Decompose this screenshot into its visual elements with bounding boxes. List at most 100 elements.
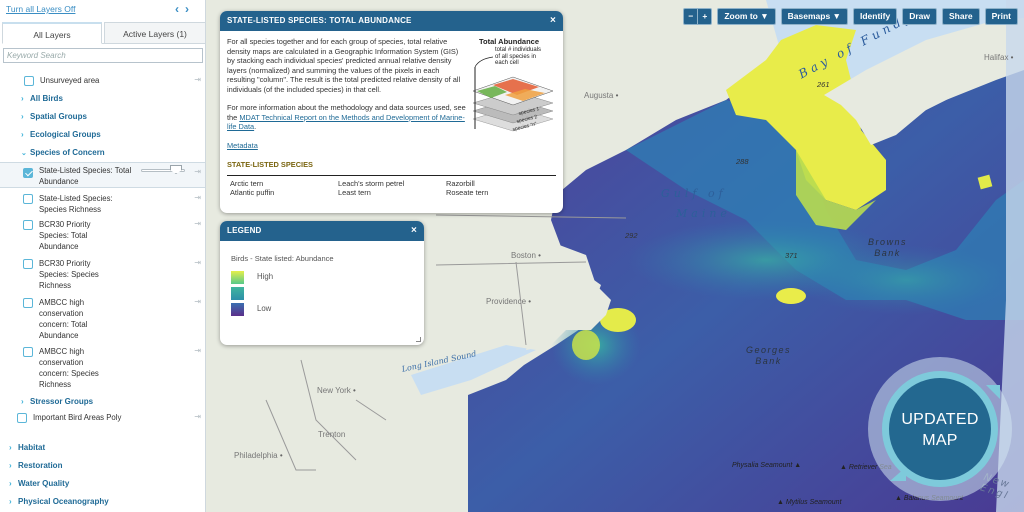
updated-map-button[interactable]: UPDATED MAP	[889, 378, 991, 480]
label-browns-bank: Browns Bank	[868, 237, 908, 258]
species-heading: STATE-LISTED SPECIES	[227, 160, 556, 176]
layer-item: State-Listed Species: Species Richness ⇥	[0, 188, 205, 218]
species-item: Arctic tern	[230, 178, 264, 188]
resize-handle[interactable]	[416, 337, 421, 342]
layer-item: AMBCC high conservation concern: Total A…	[0, 296, 205, 345]
layer-checkbox[interactable]	[17, 413, 27, 423]
export-icon[interactable]: ⇥	[194, 297, 201, 306]
group-restoration[interactable]: › Restoration	[0, 457, 205, 475]
layer-item: Unsurveyed area ⇥	[0, 72, 205, 90]
metadata-link[interactable]: Metadata	[227, 141, 258, 150]
legend-layer-name: Birds - State listed: Abundance	[231, 254, 334, 263]
legend-header[interactable]: LEGEND ×	[220, 221, 424, 241]
info-methodology: For more information about the methodolo…	[227, 103, 466, 132]
group-all-birds[interactable]: › All Birds	[0, 90, 205, 108]
zoom-in-button[interactable]: +	[698, 8, 713, 25]
opacity-slider-handle[interactable]	[170, 165, 182, 174]
group-label: Spatial Groups	[30, 112, 87, 121]
layer-label: AMBCC high conservation concern: Species…	[39, 347, 99, 389]
group-water-quality[interactable]: › Water Quality	[0, 475, 205, 493]
basemaps-dropdown[interactable]: Basemaps ▼	[780, 8, 848, 25]
layer-label: State-Listed Species: Total Abundance	[39, 166, 132, 186]
export-icon[interactable]: ⇥	[194, 412, 201, 421]
group-label: Restoration	[18, 461, 63, 470]
technical-report-link[interactable]: MDAT Technical Report on the Methods and…	[227, 113, 465, 132]
layer-checkbox[interactable]	[23, 347, 33, 357]
species-item: Atlantic puffin	[230, 187, 275, 197]
layer-tree: Unsurveyed area ⇥ › All Birds › Spatial Gr…	[0, 72, 205, 511]
place-providence: Providence	[486, 297, 531, 306]
layer-item-selected: State-Listed Species: Total Abundance ⇥	[0, 162, 205, 188]
close-icon[interactable]: ×	[411, 221, 417, 241]
tab-active-layers[interactable]: Active Layers (1)	[104, 22, 205, 44]
group-habitat[interactable]: › Habitat	[0, 439, 205, 457]
group-label: Water Quality	[18, 479, 70, 488]
place-augusta: Augusta	[584, 91, 618, 100]
layer-info-panel: STATE-LISTED SPECIES: TOTAL ABUNDANCE × …	[220, 11, 563, 213]
layer-sidebar: Turn all Layers Off ‹› All Layers Active…	[0, 0, 206, 512]
layer-checkbox[interactable]	[23, 220, 33, 230]
zoom-to-dropdown[interactable]: Zoom to ▼	[717, 8, 776, 25]
depth-292: 292	[625, 231, 638, 240]
chevron-right-icon[interactable]: ›	[185, 2, 195, 16]
group-physical-oceanography[interactable]: › Physical Oceanography	[0, 493, 205, 511]
group-spatial-groups[interactable]: › Spatial Groups	[0, 108, 205, 126]
export-icon[interactable]: ⇥	[194, 75, 201, 84]
info-panel-header[interactable]: STATE-LISTED SPECIES: TOTAL ABUNDANCE ×	[220, 11, 563, 31]
export-icon[interactable]: ⇥	[194, 167, 201, 176]
identify-button[interactable]: Identify	[852, 8, 898, 25]
group-label: Habitat	[18, 443, 46, 452]
layer-checkbox-checked[interactable]	[23, 168, 33, 178]
layer-checkbox[interactable]	[23, 298, 33, 308]
seamount-mytilus: ▲ Mytilus Seamount	[777, 499, 842, 506]
place-boston: Boston	[511, 251, 541, 260]
legend-swatch	[231, 303, 244, 316]
group-label: Physical Oceanography	[18, 497, 109, 506]
label-gulf-of: Gulf of	[661, 187, 727, 200]
chevron-right-icon: ›	[9, 461, 12, 470]
layer-item: BCR30 Priority Species: Species Richness…	[0, 257, 205, 296]
draw-button[interactable]: Draw	[902, 8, 937, 25]
group-species-of-concern[interactable]: ⌄ Species of Concern	[0, 144, 205, 162]
label-maine: Maine	[676, 207, 731, 220]
export-icon[interactable]: ⇥	[194, 219, 201, 228]
legend-swatch	[231, 271, 244, 284]
layer-label: Important Bird Areas Poly	[33, 413, 122, 422]
chevron-right-icon: ›	[9, 497, 12, 506]
depth-371: 371	[785, 251, 798, 260]
share-button[interactable]: Share	[942, 8, 980, 25]
chevron-left-icon[interactable]: ‹	[175, 2, 185, 16]
species-item: Roseate tern	[446, 187, 489, 197]
layer-checkbox[interactable]	[24, 76, 34, 86]
layer-label: BCR30 Priority Species: Species Richness	[39, 259, 99, 290]
group-ecological-groups[interactable]: › Ecological Groups	[0, 126, 205, 144]
updated-map-badge: UPDATED MAP	[868, 357, 1012, 501]
turn-all-layers-off-link[interactable]: Turn all Layers Off	[6, 4, 75, 14]
zoom-out-button[interactable]: −	[683, 8, 699, 25]
info-description: For all species together and for each gr…	[227, 37, 461, 94]
keyword-search-input[interactable]	[3, 48, 203, 63]
group-label: All Birds	[30, 94, 63, 103]
layer-tabs: All Layers Active Layers (1)	[2, 22, 205, 44]
legend-panel: LEGEND × Birds - State listed: Abundance…	[220, 221, 424, 345]
chevron-right-icon: ›	[21, 397, 24, 406]
close-icon[interactable]: ×	[550, 11, 556, 31]
place-philadelphia: Philadelphia	[234, 451, 283, 460]
export-icon[interactable]: ⇥	[194, 346, 201, 355]
legend-swatch	[231, 287, 244, 300]
print-button[interactable]: Print	[984, 8, 1018, 25]
map-toolbar: − + Zoom to ▼ Basemaps ▼ Identify Draw S…	[683, 8, 1018, 25]
export-icon[interactable]: ⇥	[194, 193, 201, 202]
layer-checkbox[interactable]	[23, 194, 33, 204]
sidebar-nav: ‹›	[175, 2, 195, 16]
layer-label: State-Listed Species: Species Richness	[39, 194, 113, 214]
group-stressor-groups[interactable]: › Stressor Groups	[0, 393, 205, 411]
tab-all-layers[interactable]: All Layers	[2, 22, 102, 44]
legend-title: LEGEND	[227, 226, 262, 235]
chevron-right-icon: ›	[9, 479, 12, 488]
export-icon[interactable]: ⇥	[194, 258, 201, 267]
badge-ring: UPDATED MAP	[882, 371, 1000, 487]
chevron-right-icon: ›	[21, 112, 24, 121]
map-canvas[interactable]: Augusta Halifax Boston Providence New Yo…	[206, 0, 1024, 512]
layer-checkbox[interactable]	[23, 259, 33, 269]
